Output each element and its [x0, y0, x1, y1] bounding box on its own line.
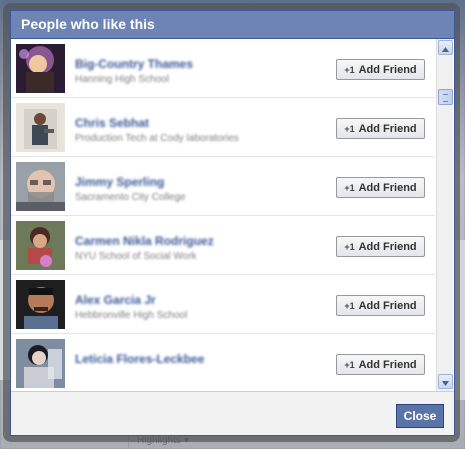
person-name-link[interactable]: Jimmy Sperling [75, 175, 164, 189]
add-friend-button[interactable]: +1 Add Friend [336, 59, 425, 80]
avatar[interactable] [16, 103, 65, 152]
person-name-link[interactable]: Alex Garcia Jr [75, 293, 156, 307]
avatar[interactable] [16, 44, 65, 93]
add-friend-label: Add Friend [358, 240, 417, 253]
add-friend-button[interactable]: +1 Add Friend [336, 354, 425, 375]
plus-one-icon: +1 [344, 359, 355, 370]
people-list[interactable]: Big-Country Thames Hanning High School +… [11, 39, 454, 391]
add-friend-button[interactable]: +1 Add Friend [336, 236, 425, 257]
person-subtitle: NYU School of Social Work [75, 251, 197, 262]
plus-one-icon: +1 [344, 182, 355, 193]
dialog-title: People who like this [21, 16, 155, 32]
list-item: Alex Garcia Jr Hebbronville High School … [11, 275, 435, 334]
list-item: Jimmy Sperling Sacramento City College +… [11, 157, 435, 216]
plus-one-icon: +1 [344, 241, 355, 252]
avatar[interactable] [16, 162, 65, 211]
add-friend-label: Add Friend [358, 358, 417, 371]
avatar[interactable] [16, 221, 65, 270]
scroll-up-button[interactable] [438, 40, 453, 55]
scrollbar[interactable] [436, 39, 453, 391]
person-subtitle: Hanning High School [75, 74, 169, 85]
scroll-down-button[interactable] [438, 374, 453, 389]
list-item: Chris Sebhat Production Tech at Cody lab… [11, 98, 435, 157]
arrow-up-icon [442, 39, 449, 57]
close-button[interactable]: Close [396, 404, 444, 428]
arrow-down-icon [442, 373, 449, 391]
add-friend-label: Add Friend [358, 181, 417, 194]
scroll-thumb[interactable] [438, 89, 453, 105]
plus-one-icon: +1 [344, 300, 355, 311]
list-item: Big-Country Thames Hanning High School +… [11, 39, 435, 98]
add-friend-button[interactable]: +1 Add Friend [336, 118, 425, 139]
dialog-footer: Close [11, 391, 454, 435]
person-subtitle: Hebbronville High School [75, 310, 188, 321]
avatar[interactable] [16, 280, 65, 329]
add-friend-label: Add Friend [358, 299, 417, 312]
dialog-header: People who like this [11, 11, 454, 39]
add-friend-button[interactable]: +1 Add Friend [336, 295, 425, 316]
add-friend-button[interactable]: +1 Add Friend [336, 177, 425, 198]
add-friend-label: Add Friend [358, 63, 417, 76]
list-item: Leticia Flores-Leckbee +1 Add Friend [11, 334, 435, 391]
person-name-link[interactable]: Leticia Flores-Leckbee [75, 352, 204, 366]
person-subtitle: Production Tech at Cody laboratories [75, 133, 239, 144]
plus-one-icon: +1 [344, 123, 355, 134]
person-subtitle: Sacramento City College [75, 192, 186, 203]
avatar[interactable] [16, 339, 65, 388]
person-name-link[interactable]: Chris Sebhat [75, 116, 149, 130]
plus-one-icon: +1 [344, 64, 355, 75]
person-name-link[interactable]: Carmen Nikla Rodriguez [75, 234, 214, 248]
add-friend-label: Add Friend [358, 122, 417, 135]
person-name-link[interactable]: Big-Country Thames [75, 57, 193, 71]
likes-dialog: People who like this Big-Country Thames … [10, 10, 455, 436]
list-item: Carmen Nikla Rodriguez NYU School of Soc… [11, 216, 435, 275]
